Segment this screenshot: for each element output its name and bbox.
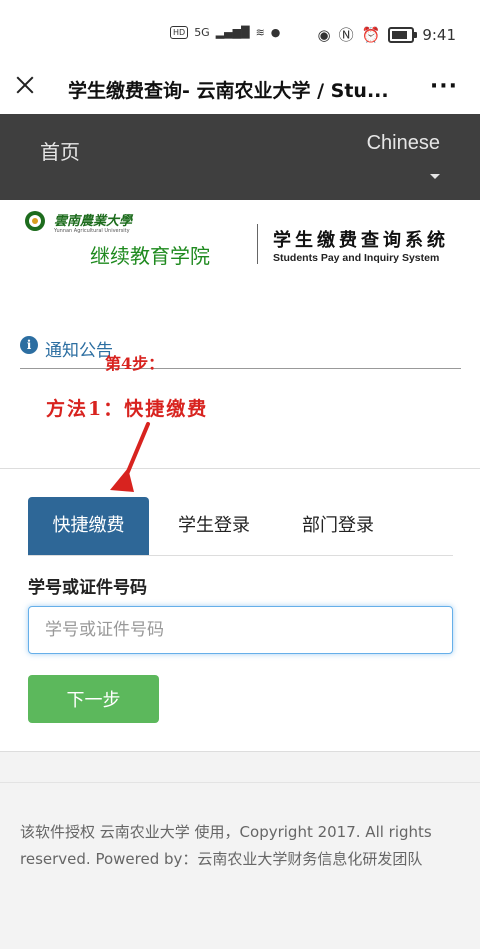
info-circle-icon: i: [20, 336, 38, 354]
school-name-en: Yunnan Agricultural University: [54, 228, 130, 234]
school-name: 雲南農業大學: [54, 214, 133, 229]
clock-time: 9:41: [422, 25, 456, 44]
footer: 该软件授权 云南农业大学 使用，Copyright 2017. All righ…: [0, 782, 480, 949]
alarm-icon: ⏰: [361, 25, 381, 44]
site-header: 雲南農業大學 Yunnan Agricultural University 继续…: [0, 200, 480, 290]
annotation-method: 方法1：快捷缴费: [46, 398, 209, 420]
tab-department-login[interactable]: 部门登录: [283, 497, 393, 555]
system-title: 学生缴费查询系统: [273, 230, 449, 251]
header-divider: [257, 224, 258, 264]
tab-student-login[interactable]: 学生登录: [159, 497, 269, 555]
annotation-step: 第4步：: [105, 354, 165, 373]
footer-copyright: 该软件授权 云南农业大学 使用，Copyright 2017. All righ…: [20, 823, 432, 868]
status-bar: HD 5G ▂▄▆█ ≋ ● ◉ Ⓝ ⏰ 9:41: [0, 0, 480, 62]
tab-quick-pay[interactable]: 快捷缴费: [28, 497, 149, 555]
page-title: 学生缴费查询- 云南农业大学 / Stu...: [68, 80, 389, 102]
title-bar: 学生缴费查询- 云南农业大学 / Stu... ···: [0, 62, 480, 114]
navbar: 首页 Chinese: [0, 114, 480, 200]
caret-down-icon[interactable]: [430, 174, 440, 179]
university-emblem-icon: [25, 211, 45, 231]
close-icon[interactable]: [14, 74, 36, 96]
signal-label: 5G: [194, 26, 210, 39]
tab-bar: 快捷缴费 学生登录 部门登录: [28, 497, 453, 556]
next-step-button[interactable]: 下一步: [28, 675, 159, 723]
nav-home-link[interactable]: 首页: [40, 136, 80, 165]
qq-icon: ●: [270, 26, 281, 39]
notice-label[interactable]: 通知公告: [45, 336, 113, 361]
signal-icon: ▂▄▆█: [215, 26, 250, 39]
id-field-label: 学号或证件号码: [28, 578, 147, 598]
more-options-icon[interactable]: ···: [430, 74, 458, 99]
payment-card: 快捷缴费 学生登录 部门登录 学号或证件号码 下一步: [0, 468, 480, 752]
hd-badge: HD: [170, 26, 189, 39]
college-name: 继续教育学院: [90, 244, 210, 268]
wifi-icon: ≋: [255, 26, 265, 39]
annotation-arrow-icon: [110, 422, 150, 492]
status-right: ◉ Ⓝ ⏰ 9:41: [318, 24, 456, 45]
eye-icon: ◉: [317, 25, 331, 44]
student-id-input[interactable]: [28, 606, 453, 654]
notice-divider: [20, 368, 461, 369]
nfc-icon: Ⓝ: [338, 26, 354, 44]
notice-section: i 通知公告 第4步： 方法1：快捷缴费: [0, 290, 480, 470]
language-dropdown[interactable]: Chinese: [367, 132, 440, 155]
battery-icon: [388, 26, 418, 43]
system-subtitle: Students Pay and Inquiry System: [273, 252, 440, 264]
status-left: HD 5G ▂▄▆█ ≋ ●: [170, 26, 280, 39]
